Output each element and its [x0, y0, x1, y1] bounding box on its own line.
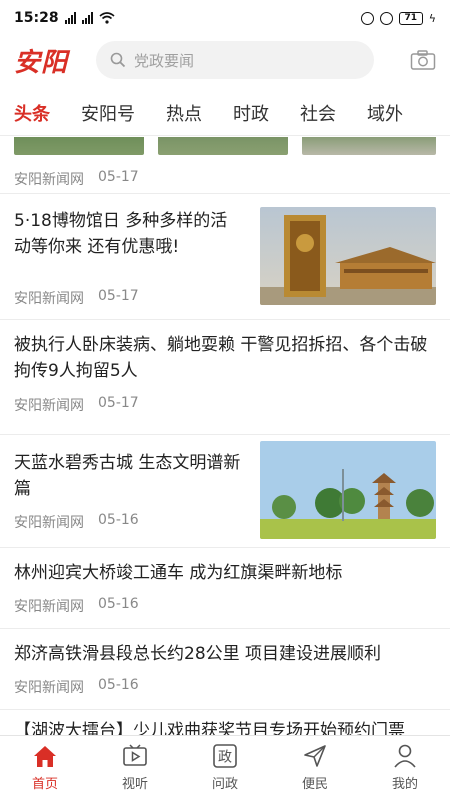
news-date: 05-17 [98, 395, 139, 411]
signal-icon [64, 12, 76, 24]
status-time: 15:28 [14, 10, 59, 26]
news-meta: 安阳新闻网 05-16 [14, 677, 139, 697]
news-title: 5·18博物馆日 多种多样的活动等你来 还有优惠哦! [14, 211, 228, 257]
video-icon [123, 744, 147, 766]
nav-profile[interactable]: 我的 [360, 736, 450, 800]
user-icon [394, 744, 416, 768]
news-date: 05-17 [98, 169, 139, 185]
news-feed[interactable]: 安阳新闻网 05-17 5·18博物馆日 多种多样的活动等你来 还有优惠哦! 安… [0, 137, 450, 735]
news-image-strip-1 [14, 137, 144, 155]
signal-icon-2 [81, 12, 93, 24]
politics-icon: 政 [213, 744, 237, 768]
send-icon [304, 745, 326, 767]
header: 安阳 党政要闻 [0, 36, 450, 84]
news-title: 林州迎宾大桥竣工通车 成为红旗渠畔新地标 [14, 563, 343, 583]
nav-profile-label: 我的 [391, 777, 418, 792]
news-source: 安阳新闻网 [14, 599, 84, 615]
news-source: 安阳新闻网 [14, 398, 84, 414]
svg-text:政: 政 [218, 750, 232, 766]
news-image-strip-2 [158, 137, 288, 155]
news-title: 天蓝水碧秀古城 生态文明谱新篇 [14, 453, 241, 499]
news-item[interactable]: 郑济高铁滑县段总长约28公里 项目建设进展顺利 安阳新闻网 05-16 [0, 629, 450, 710]
news-item[interactable]: 林州迎宾大桥竣工通车 成为红旗渠畔新地标 安阳新闻网 05-16 [0, 548, 450, 629]
news-item[interactable]: 天蓝水碧秀古城 生态文明谱新篇 安阳新闻网 05-16 [0, 435, 450, 548]
lock-rotation-icon [360, 11, 374, 25]
search-icon [110, 52, 126, 68]
nav-politics[interactable]: 政 问政 [180, 736, 270, 800]
news-date: 05-16 [98, 677, 139, 693]
news-thumbnail [260, 441, 436, 539]
news-title: 郑济高铁滑县段总长约28公里 项目建设进展顺利 [14, 644, 382, 664]
news-meta: 安阳新闻网 05-17 [14, 395, 139, 415]
news-meta: 安阳新闻网 05-16 [14, 596, 139, 616]
news-source: 安阳新闻网 [14, 291, 84, 307]
search-placeholder: 党政要闻 [134, 51, 195, 70]
bottom-navigation: 首页 视听 政 问政 便民 我的 [0, 735, 450, 800]
news-item[interactable]: 被执行人卧床装病、躺地耍赖 干警见招拆招、各个击破拘传9人拘留5人 安阳新闻网 … [0, 320, 450, 435]
nav-home-label: 首页 [31, 777, 58, 792]
camera-icon[interactable] [410, 49, 436, 71]
nav-video[interactable]: 视听 [90, 736, 180, 800]
news-date: 05-16 [98, 596, 139, 612]
nav-convenience[interactable]: 便民 [270, 736, 360, 800]
tab-hot[interactable]: 热点 [166, 100, 202, 126]
app-logo: 安阳 [14, 47, 69, 78]
news-date: 05-16 [98, 512, 139, 528]
news-title: 被执行人卧床装病、躺地耍赖 干警见招拆招、各个击破拘传9人拘留5人 [14, 335, 428, 381]
news-item-partial[interactable]: 安阳新闻网 05-17 [0, 137, 450, 194]
search-box[interactable]: 党政要闻 [96, 41, 374, 79]
battery-icon: 71 [398, 11, 423, 25]
tab-outside[interactable]: 域外 [367, 100, 403, 126]
news-item[interactable]: 5·18博物馆日 多种多样的活动等你来 还有优惠哦! 安阳新闻网 05-17 [0, 194, 450, 320]
wifi-icon [99, 12, 115, 24]
tab-politics[interactable]: 时政 [233, 100, 269, 126]
news-image-strip-3 [302, 137, 436, 155]
news-source: 安阳新闻网 [14, 680, 84, 696]
tab-anyang-hao[interactable]: 安阳号 [81, 100, 135, 126]
category-tabs: 头条 安阳号 热点 时政 社会 域外 [0, 90, 450, 136]
news-item[interactable]: 【湖波大擂台】少儿戏曲获奖节目专场开始预约门票 [0, 710, 450, 735]
news-meta: 安阳新闻网 05-17 [14, 169, 139, 189]
news-source: 安阳新闻网 [14, 515, 84, 531]
tab-headlines[interactable]: 头条 [14, 100, 50, 126]
charging-icon: ϟ [428, 11, 436, 25]
alarm-icon [379, 11, 393, 25]
news-title: 【湖波大擂台】少儿戏曲获奖节目专场开始预约门票 [14, 721, 405, 735]
news-meta: 安阳新闻网 05-16 [14, 512, 139, 532]
status-bar: 15:28 71 ϟ [0, 0, 450, 36]
news-thumbnail [260, 207, 436, 305]
nav-convenience-label: 便民 [301, 777, 328, 792]
nav-video-label: 视听 [121, 777, 148, 792]
news-meta: 安阳新闻网 05-17 [14, 288, 139, 308]
news-source: 安阳新闻网 [14, 172, 84, 188]
nav-home[interactable]: 首页 [0, 736, 90, 800]
tab-society[interactable]: 社会 [300, 100, 336, 126]
news-date: 05-17 [98, 288, 139, 304]
home-icon [34, 746, 56, 767]
nav-politics-label: 问政 [211, 777, 238, 792]
